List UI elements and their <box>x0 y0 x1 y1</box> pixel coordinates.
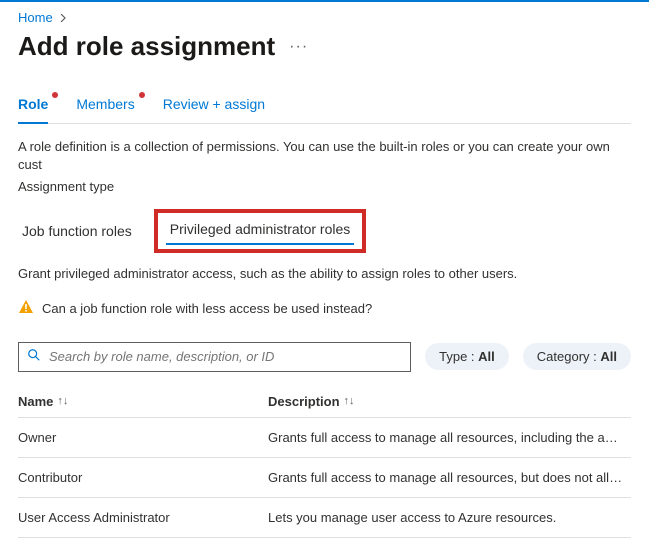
col-description[interactable]: Description ↑↓ <box>268 394 631 409</box>
tab-role[interactable]: Role <box>18 90 48 124</box>
filter-category-label: Category : <box>537 349 601 364</box>
table-row[interactable]: Owner Grants full access to manage all r… <box>18 418 631 458</box>
filter-type[interactable]: Type : All <box>425 343 509 370</box>
tab-role-label: Role <box>18 96 48 112</box>
row-name: User Access Administrator <box>18 510 268 525</box>
row-desc: Grants full access to manage all resourc… <box>268 430 631 445</box>
search-input[interactable] <box>47 348 402 365</box>
role-type-tabs: Job function roles Privileged administra… <box>18 209 631 253</box>
row-desc: Lets you manage user access to Azure res… <box>268 510 631 525</box>
highlight-privileged: Privileged administrator roles <box>154 209 367 253</box>
col-name[interactable]: Name ↑↓ <box>18 394 268 409</box>
filter-category[interactable]: Category : All <box>523 343 631 370</box>
row-name: Owner <box>18 430 268 445</box>
row-desc: Grants full access to manage all resourc… <box>268 470 631 485</box>
required-dot-icon <box>139 92 145 98</box>
more-actions-button[interactable]: ··· <box>289 38 308 56</box>
table-row[interactable]: Contributor Grants full access to manage… <box>18 458 631 498</box>
roles-table: Name ↑↓ Description ↑↓ Owner Grants full… <box>18 386 631 538</box>
subtab-job-function[interactable]: Job function roles <box>18 217 136 245</box>
helper-text: A role definition is a collection of per… <box>18 138 631 174</box>
breadcrumb-home[interactable]: Home <box>18 10 53 25</box>
col-desc-label: Description <box>268 394 340 409</box>
required-dot-icon <box>52 92 58 98</box>
table-row[interactable]: User Access Administrator Lets you manag… <box>18 498 631 538</box>
col-name-label: Name <box>18 394 53 409</box>
subtab-privileged[interactable]: Privileged administrator roles <box>166 215 355 245</box>
sort-icon: ↑↓ <box>57 395 68 407</box>
search-icon <box>27 348 41 365</box>
search-input-wrap[interactable] <box>18 342 411 372</box>
filter-type-label: Type : <box>439 349 478 364</box>
sort-icon: ↑↓ <box>344 395 355 407</box>
filter-type-value: All <box>478 349 495 364</box>
warning-text: Can a job function role with less access… <box>42 301 372 316</box>
warning-icon <box>18 299 34 318</box>
main-tabs: Role Members Review + assign <box>18 90 631 124</box>
breadcrumb: Home <box>18 10 631 25</box>
table-header: Name ↑↓ Description ↑↓ <box>18 386 631 418</box>
tab-members-label: Members <box>76 96 134 112</box>
grant-description: Grant privileged administrator access, s… <box>18 265 631 283</box>
warning-row: Can a job function role with less access… <box>18 299 631 318</box>
row-name: Contributor <box>18 470 268 485</box>
tab-review-label: Review + assign <box>163 96 265 112</box>
page-title: Add role assignment <box>18 31 275 62</box>
chevron-right-icon <box>59 10 67 25</box>
assignment-type-label: Assignment type <box>18 178 631 196</box>
filter-category-value: All <box>600 349 617 364</box>
tab-review-assign[interactable]: Review + assign <box>163 90 265 123</box>
tab-members[interactable]: Members <box>76 90 134 123</box>
